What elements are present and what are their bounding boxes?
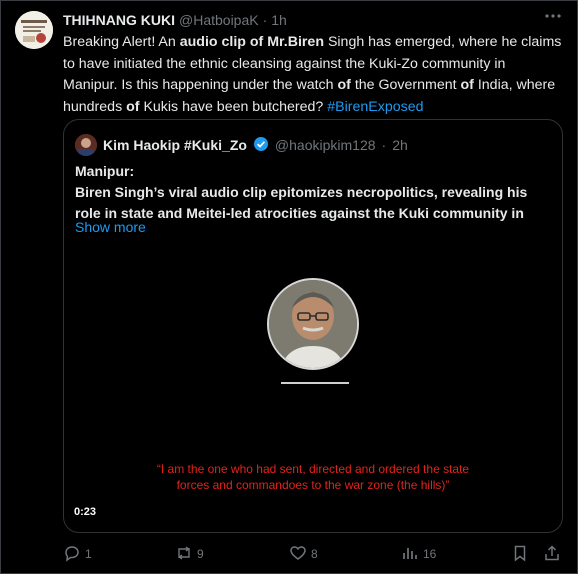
bookmark-icon xyxy=(511,544,529,565)
repost-icon xyxy=(175,544,193,565)
verified-badge-icon xyxy=(253,136,269,155)
quoted-author-avatar[interactable] xyxy=(75,134,97,156)
tweet-text-part: the Government xyxy=(350,77,461,93)
heart-icon xyxy=(289,544,307,565)
video-caption-line: “I am the one who had sent, directed and… xyxy=(156,462,470,476)
hashtag-link[interactable]: #BirenExposed xyxy=(327,99,423,115)
views-chart-icon xyxy=(401,544,419,565)
tweet-text-part: Breaking Alert! An xyxy=(63,34,180,50)
header-separator: · xyxy=(262,12,268,28)
quoted-text-line: role in state and Meitei-led atrocities … xyxy=(75,205,524,221)
like-count: 8 xyxy=(311,547,318,561)
quoted-text-line: Biren Singh’s viral audio clip epitomize… xyxy=(75,184,528,200)
author-name[interactable]: THIHNANG KUKI xyxy=(63,12,175,28)
quoted-separator: · xyxy=(381,137,387,153)
author-handle[interactable]: @HatboipaK xyxy=(179,12,259,28)
quoted-tweet-header: Kim Haokip #Kuki_Zo @haokipkim128 · 2h xyxy=(75,134,408,156)
tweet-text-bold: of xyxy=(460,77,474,93)
quoted-tweet[interactable]: Kim Haokip #Kuki_Zo @haokipkim128 · 2h M… xyxy=(63,119,563,533)
tweet-text: Breaking Alert! An audio clip of Mr.Bire… xyxy=(63,32,563,118)
more-options-icon[interactable] xyxy=(543,8,563,24)
quoted-timestamp[interactable]: 2h xyxy=(392,137,408,153)
video-caption: “I am the one who had sent, directed and… xyxy=(104,461,522,493)
quoted-author-handle[interactable]: @haokipkim128 xyxy=(275,137,376,153)
views-button[interactable]: 16 xyxy=(401,543,436,565)
tweet-header: THIHNANG KUKI @HatboipaK · 1h xyxy=(63,10,287,30)
tweet-text-bold: of xyxy=(126,98,140,115)
tweet-timestamp[interactable]: 1h xyxy=(271,12,287,28)
repost-count: 9 xyxy=(197,547,204,561)
share-button[interactable] xyxy=(543,543,561,565)
tweet-card[interactable]: THIHNANG KUKI @HatboipaK · 1h Breaking A… xyxy=(0,0,578,574)
reply-icon xyxy=(63,544,81,565)
like-button[interactable]: 8 xyxy=(289,543,318,565)
action-bar: 1 9 8 16 xyxy=(63,543,565,565)
reply-button[interactable]: 1 xyxy=(63,543,92,565)
bookmark-button[interactable] xyxy=(511,543,529,565)
tweet-text-bold: of xyxy=(337,77,351,93)
show-more-link[interactable]: Show more xyxy=(75,219,146,235)
video-portrait-image[interactable] xyxy=(267,278,359,370)
quoted-tweet-text: Manipur: Biren Singh’s viral audio clip … xyxy=(75,161,555,224)
repost-button[interactable]: 9 xyxy=(175,543,204,565)
author-avatar[interactable] xyxy=(15,11,53,49)
share-icon xyxy=(543,544,561,565)
video-caption-line: forces and commandoes to the war zone (t… xyxy=(176,478,450,492)
tweet-text-part: Kukis have been butchered? xyxy=(139,98,328,115)
video-duration: 0:23 xyxy=(74,506,97,518)
video-divider xyxy=(281,382,349,384)
views-count: 16 xyxy=(423,547,437,561)
tweet-text-bold: audio clip of Mr.Biren xyxy=(179,34,324,50)
reply-count: 1 xyxy=(85,547,92,561)
quoted-author-name[interactable]: Kim Haokip #Kuki_Zo xyxy=(103,137,247,153)
quoted-text-line: Manipur: xyxy=(75,163,135,179)
